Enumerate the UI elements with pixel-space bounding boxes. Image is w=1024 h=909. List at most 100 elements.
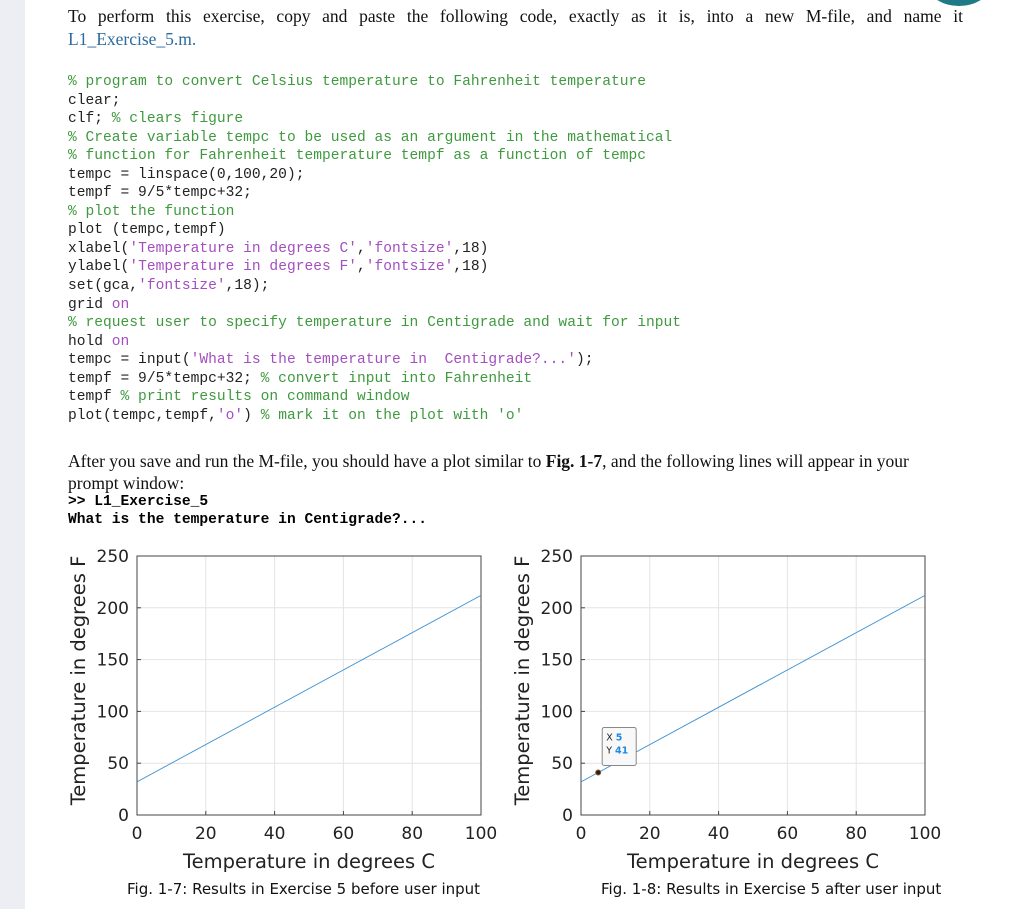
y-tick-label: 100	[541, 702, 573, 722]
datatip-y: Y 41	[605, 746, 628, 757]
code-string: 'fontsize'	[365, 240, 454, 257]
code-text: clear;	[68, 92, 121, 109]
x-tick-label: 100	[465, 824, 497, 844]
y-axis-label: Temperature in degrees F	[67, 556, 90, 807]
code-line: hold on	[68, 333, 681, 352]
plot-area	[137, 556, 481, 815]
x-tick-label: 0	[132, 824, 143, 844]
code-comment: % convert input into Fahrenheit	[260, 370, 533, 387]
fig-ref: Fig. 1-7	[545, 451, 603, 471]
code-comment: % print results on command window	[120, 389, 410, 406]
code-text: tempc = input(	[68, 352, 191, 369]
code-comment: % request user to specify temperature in…	[68, 315, 682, 332]
datatip-x-label: X	[606, 733, 613, 744]
y-axis-label: Temperature in degrees F	[511, 556, 534, 807]
code-text: ,	[357, 259, 366, 276]
data-point-marker	[595, 769, 602, 776]
code-text: ,18)	[453, 259, 489, 276]
x-tick-label: 60	[333, 824, 355, 844]
code-string: 'o'	[216, 407, 244, 424]
intro-text: To perform this exercise, copy and paste…	[68, 6, 963, 26]
x-axis-label: Temperature in degrees C	[182, 850, 435, 873]
code-line: tempf % print results on command window	[68, 388, 681, 407]
datatip-y-label: Y	[605, 746, 612, 757]
code-comment: % plot the function	[68, 203, 235, 220]
datatip-y-value: 41	[615, 746, 628, 757]
x-tick-label: 100	[909, 824, 941, 844]
code-string: 'Temperature in degrees F'	[129, 259, 358, 276]
code-text: tempc = linspace(0,100,20);	[68, 166, 305, 183]
code-text: )	[243, 407, 261, 424]
y-tick-label: 0	[118, 806, 129, 826]
after-pre: After you save and run the M-file, you s…	[68, 451, 546, 471]
y-tick-label: 50	[551, 754, 573, 774]
x-axis-label: Temperature in degrees C	[626, 850, 879, 873]
after-text: After you save and run the M-file, you s…	[68, 450, 963, 494]
code-text: set(gca,	[68, 278, 139, 295]
prompt-line-1: >> L1_Exercise_5	[68, 494, 209, 510]
code-comment: % function for Fahrenheit temperature te…	[68, 148, 647, 165]
code-text: grid	[68, 296, 112, 313]
code-block: % program to convert Celsius temperature…	[68, 73, 681, 425]
y-tick-label: 250	[541, 547, 573, 567]
code-line: clf; % clears figure	[68, 110, 681, 129]
code-text: ylabel(	[68, 259, 130, 276]
code-text: ,	[357, 240, 366, 257]
x-tick-label: 40	[708, 824, 730, 844]
datatip-x-value: 5	[616, 733, 623, 744]
x-tick-label: 20	[195, 824, 217, 844]
y-tick-label: 250	[97, 547, 129, 567]
code-text: ,18);	[225, 278, 270, 295]
code-string: on	[111, 296, 130, 313]
x-tick-label: 0	[576, 824, 587, 844]
y-tick-label: 0	[562, 806, 573, 826]
y-tick-label: 150	[97, 651, 129, 671]
x-tick-label: 60	[777, 824, 799, 844]
x-tick-label: 80	[401, 824, 423, 844]
prompt-line-2: What is the temperature in Centigrade?..…	[68, 512, 428, 528]
code-line: % Create variable tempc to be used as an…	[68, 129, 681, 148]
code-string: 'What is the temperature in Centigrade?.…	[190, 352, 576, 369]
plot-area	[581, 556, 925, 815]
chart-fig-1-7: 0 20 40 60 80 100 0 50 100 150 200 250 Temperature i…	[67, 547, 497, 873]
y-tick-label: 200	[97, 599, 129, 619]
code-line: tempc = linspace(0,100,20);	[68, 166, 681, 185]
filename-link[interactable]: L1_Exercise_5.m.	[68, 28, 196, 50]
x-tick-label: 80	[845, 824, 867, 844]
code-string: on	[111, 333, 130, 350]
y-tick-label: 150	[541, 651, 573, 671]
code-line: % plot the function	[68, 203, 681, 222]
code-text: clf;	[68, 111, 112, 128]
caption-fig-1-7: Fig. 1-7: Results in Exercise 5 before u…	[127, 880, 481, 898]
code-line: tempf = 9/5*tempc+32; % convert input in…	[68, 370, 681, 389]
code-line: xlabel('Temperature in degrees C','fonts…	[68, 240, 681, 259]
code-string: 'fontsize'	[365, 259, 454, 276]
code-line: clear;	[68, 92, 681, 111]
code-string: 'fontsize'	[138, 278, 226, 295]
x-tick-label: 20	[639, 824, 661, 844]
code-line: grid on	[68, 296, 681, 315]
code-comment: % Create variable tempc to be used as an…	[68, 129, 673, 146]
code-line: set(gca,'fontsize',18);	[68, 277, 681, 296]
code-line: % request user to specify temperature in…	[68, 314, 681, 333]
code-line: % function for Fahrenheit temperature te…	[68, 147, 681, 166]
y-tick-label: 50	[107, 754, 129, 774]
code-string: 'Temperature in degrees C'	[129, 240, 358, 257]
caption-fig-1-8: Fig. 1-8: Results in Exercise 5 after us…	[601, 880, 942, 898]
code-line: tempc = input('What is the temperature i…	[68, 351, 681, 370]
code-line: tempf = 9/5*tempc+32;	[68, 184, 681, 203]
code-line: plot (tempc,tempf)	[68, 221, 681, 240]
code-line: plot(tempc,tempf,'o') % mark it on the p…	[68, 407, 681, 426]
code-text: hold	[68, 333, 112, 350]
code-text: plot (tempc,tempf)	[68, 222, 226, 239]
code-text: plot(tempc,tempf,	[68, 407, 217, 424]
code-text: tempf	[68, 389, 121, 406]
code-line: ylabel('Temperature in degrees F','fonts…	[68, 258, 681, 277]
y-tick-label: 100	[97, 702, 129, 722]
left-margin	[0, 0, 25, 909]
code-text: tempf = 9/5*tempc+32;	[68, 185, 252, 202]
code-comment: % program to convert Celsius temperature…	[68, 74, 647, 90]
code-text: );	[575, 352, 594, 369]
code-comment: % mark it on the plot with 'o'	[260, 407, 524, 424]
code-comment: % clears figure	[111, 111, 244, 128]
